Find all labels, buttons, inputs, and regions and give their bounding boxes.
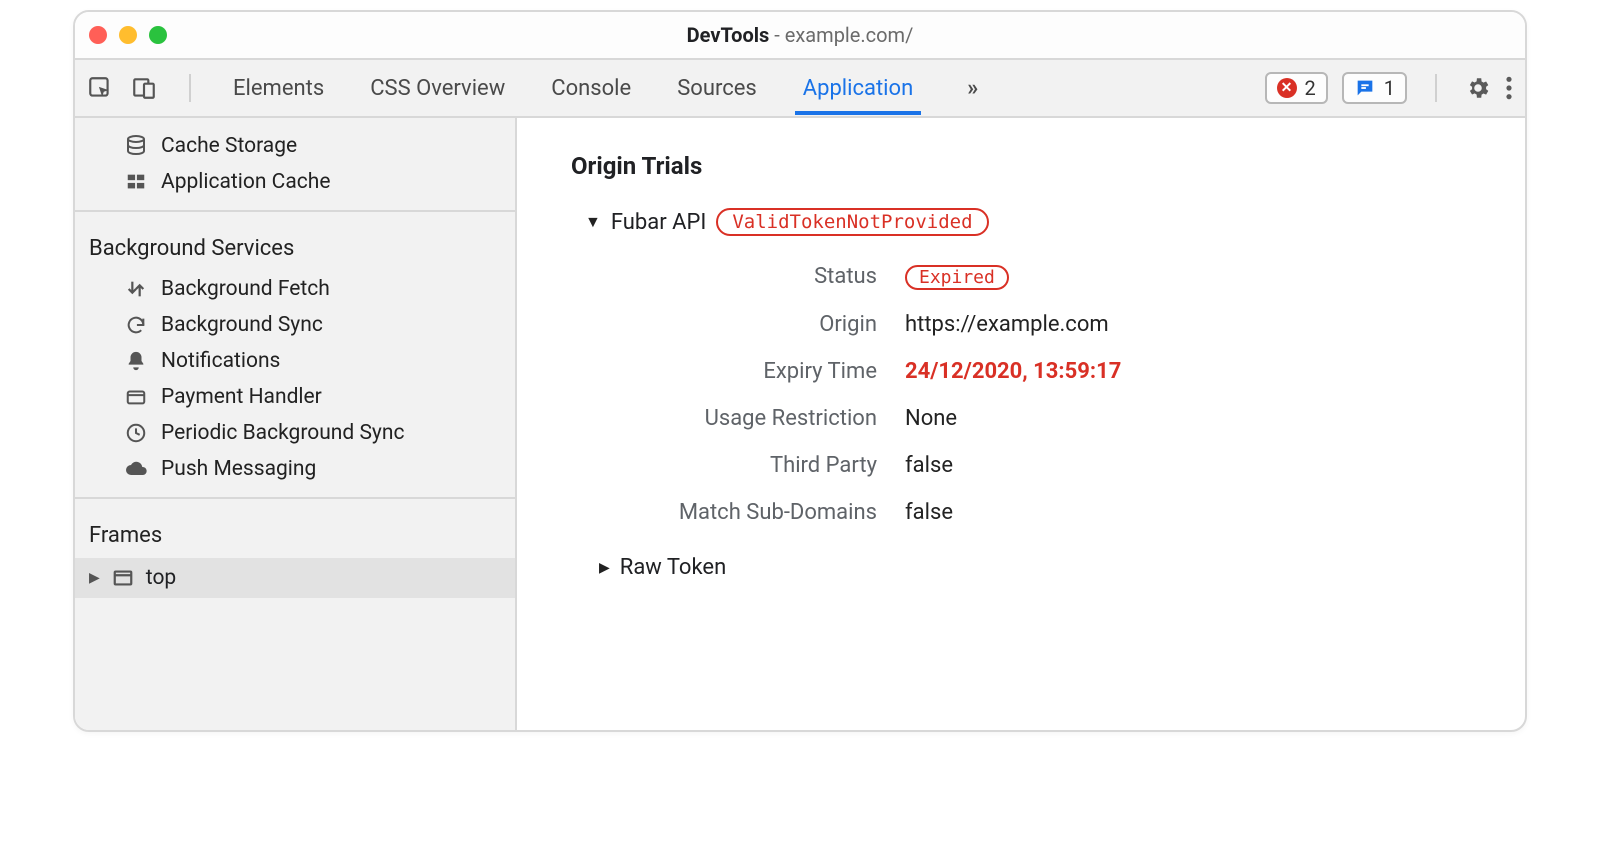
device-toggle-icon[interactable] <box>131 75 157 101</box>
application-sidebar: Cache Storage Application Cache Backgrou… <box>75 118 517 730</box>
sidebar-item-payment-handler[interactable]: Payment Handler <box>75 379 515 415</box>
window-title-suffix: - example.com/ <box>769 23 913 47</box>
credit-card-icon <box>123 386 149 408</box>
trial-status-badge: ValidTokenNotProvided <box>716 208 988 236</box>
issues-count: 1 <box>1384 76 1395 100</box>
sidebar-item-label: Push Messaging <box>161 457 316 481</box>
sidebar-item-periodic-background-sync[interactable]: Periodic Background Sync <box>75 415 515 451</box>
errors-chip[interactable]: ✕ 2 <box>1265 72 1328 104</box>
sidebar-section-frames: Frames <box>75 505 515 558</box>
trial-name: Fubar API <box>611 210 707 235</box>
window-titlebar: DevTools - example.com/ <box>75 12 1525 60</box>
cloud-icon <box>123 457 149 481</box>
close-icon[interactable] <box>89 26 107 44</box>
sidebar-item-label: Periodic Background Sync <box>161 421 404 445</box>
sidebar-section-background-services: Background Services <box>75 218 515 271</box>
clock-icon <box>123 422 149 444</box>
panel-tabs: Elements CSS Overview Console Sources Ap… <box>231 76 915 101</box>
sidebar-item-label: Background Fetch <box>161 277 330 301</box>
label-match-sub-domains: Match Sub-Domains <box>585 500 905 525</box>
value-match-sub-domains: false <box>905 500 1487 525</box>
tab-console[interactable]: Console <box>549 76 633 101</box>
value-third-party: false <box>905 453 1487 478</box>
tabs-overflow-icon[interactable]: » <box>967 76 978 101</box>
value-expiry: 24/12/2020, 13:59:17 <box>905 359 1487 384</box>
label-origin: Origin <box>585 312 905 337</box>
value-usage-restriction: None <box>905 406 1487 431</box>
sidebar-item-label: top <box>146 566 176 590</box>
label-status: Status <box>585 264 905 290</box>
status-expired-badge: Expired <box>905 265 1009 290</box>
label-usage-restriction: Usage Restriction <box>585 406 905 431</box>
toolbar-left-cluster: Elements CSS Overview Console Sources Ap… <box>87 74 978 102</box>
sidebar-item-background-sync[interactable]: Background Sync <box>75 307 515 343</box>
database-icon <box>123 134 149 158</box>
sidebar-item-background-fetch[interactable]: Background Fetch <box>75 271 515 307</box>
issues-icon <box>1354 77 1376 99</box>
raw-token-label: Raw Token <box>620 555 726 580</box>
sync-icon <box>123 314 149 336</box>
toolbar-separator <box>189 74 191 102</box>
window-traffic-lights <box>89 26 167 44</box>
settings-icon[interactable] <box>1465 75 1491 101</box>
grid-icon <box>123 171 149 193</box>
sidebar-item-label: Application Cache <box>161 170 330 194</box>
value-origin: https://example.com <box>905 312 1487 337</box>
tab-elements[interactable]: Elements <box>231 76 326 101</box>
chevron-right-icon: ▶ <box>599 560 610 576</box>
fetch-icon <box>123 278 149 300</box>
trial-row[interactable]: ▼ Fubar API ValidTokenNotProvided <box>585 208 1487 236</box>
frame-icon <box>110 567 136 589</box>
sidebar-item-notifications[interactable]: Notifications <box>75 343 515 379</box>
bell-icon <box>123 350 149 372</box>
value-status: Expired <box>905 264 1487 290</box>
error-icon: ✕ <box>1277 78 1297 98</box>
zoom-icon[interactable] <box>149 26 167 44</box>
chevron-right-icon: ▶ <box>89 570 100 586</box>
sidebar-item-label: Payment Handler <box>161 385 322 409</box>
sidebar-item-push-messaging[interactable]: Push Messaging <box>75 451 515 487</box>
sidebar-item-label: Notifications <box>161 349 280 373</box>
more-icon[interactable] <box>1505 75 1513 101</box>
tab-sources[interactable]: Sources <box>675 76 759 101</box>
inspect-icon[interactable] <box>87 75 113 101</box>
minimize-icon[interactable] <box>119 26 137 44</box>
section-title: Origin Trials <box>571 152 1487 180</box>
trial-details: Status Expired Origin https://example.co… <box>585 264 1487 525</box>
label-expiry: Expiry Time <box>585 359 905 384</box>
origin-trials-panel: Origin Trials ▼ Fubar API ValidTokenNotP… <box>517 118 1525 730</box>
toolbar-right-cluster: ✕ 2 1 <box>1265 72 1514 104</box>
sidebar-item-frame-top[interactable]: ▶ top <box>75 558 515 598</box>
devtools-toolbar: Elements CSS Overview Console Sources Ap… <box>75 60 1525 118</box>
window-title: DevTools - example.com/ <box>687 23 914 47</box>
errors-count: 2 <box>1305 76 1316 100</box>
tab-css-overview[interactable]: CSS Overview <box>368 76 507 101</box>
label-third-party: Third Party <box>585 453 905 478</box>
chevron-down-icon: ▼ <box>585 212 601 232</box>
issues-chip[interactable]: 1 <box>1342 72 1407 104</box>
sidebar-item-cache-storage[interactable]: Cache Storage <box>75 128 515 164</box>
sidebar-item-label: Background Sync <box>161 313 323 337</box>
window-title-strong: DevTools <box>687 23 770 47</box>
raw-token-row[interactable]: ▶ Raw Token <box>599 555 1487 580</box>
sidebar-item-application-cache[interactable]: Application Cache <box>75 164 515 200</box>
devtools-window: DevTools - example.com/ Elements CSS Ove… <box>73 10 1527 732</box>
toolbar-separator <box>1435 74 1437 102</box>
sidebar-item-label: Cache Storage <box>161 134 297 158</box>
tab-application[interactable]: Application <box>801 76 915 101</box>
panel-body: Cache Storage Application Cache Backgrou… <box>75 118 1525 730</box>
